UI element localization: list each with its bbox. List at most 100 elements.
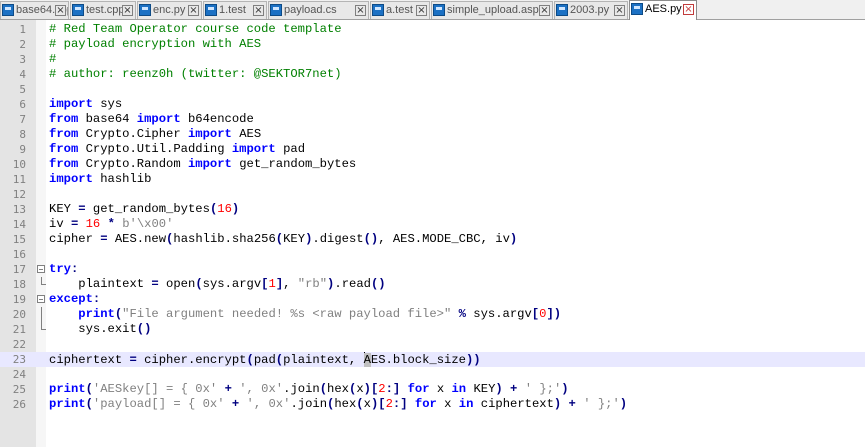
code-line[interactable]: 2 # payload encryption with AES: [0, 37, 865, 52]
document-icon: [72, 4, 84, 16]
code-line[interactable]: 11 import hashlib: [0, 172, 865, 187]
fold-toggle-icon[interactable]: [37, 295, 45, 303]
line-number: 18: [12, 278, 26, 291]
tab-a-test[interactable]: a.test ×: [370, 1, 430, 19]
code-token: 16: [217, 202, 232, 216]
code-text: iv = 16 * b'\x00': [49, 217, 173, 232]
tab-enc-py[interactable]: enc.py ×: [137, 1, 202, 19]
code-token: cipher: [49, 232, 101, 246]
tab-base64-cpp[interactable]: base64.cpp ×: [0, 1, 69, 19]
code-token: (): [370, 277, 386, 291]
code-token: #: [49, 52, 57, 66]
tab-test-cpp[interactable]: test.cpp ×: [70, 1, 136, 19]
code-token: pad: [253, 353, 276, 367]
code-token: b64encode: [180, 112, 254, 126]
code-line[interactable]: 12: [0, 187, 865, 202]
code-line[interactable]: 21 sys.exit(): [0, 322, 865, 337]
code-token: )): [465, 353, 481, 367]
code-token: (: [275, 353, 284, 367]
code-token: .join: [290, 397, 328, 411]
tab-payload-cs[interactable]: payload.cs ×: [268, 1, 369, 19]
code-token: get_random_bytes: [231, 157, 357, 171]
code-token: import: [49, 172, 93, 186]
tab-label: 1.test: [219, 4, 246, 16]
line-number: 5: [19, 83, 26, 96]
tab-simple-upload-aspx[interactable]: simple_upload.aspx ×: [431, 1, 553, 19]
code-text: from Crypto.Random import get_random_byt…: [49, 157, 356, 172]
close-icon[interactable]: ×: [683, 4, 694, 15]
code-line[interactable]: 7 from base64 import b64encode: [0, 112, 865, 127]
code-line[interactable]: 26 print('payload[] = { 0x' + ', 0x'.join…: [0, 397, 865, 412]
tab-2003-py[interactable]: 2003.py ×: [554, 1, 628, 19]
code-line[interactable]: 24: [0, 367, 865, 382]
code-text: import hashlib: [49, 172, 151, 187]
line-number: 26: [12, 398, 26, 411]
close-icon[interactable]: ×: [253, 5, 264, 16]
code-token: ]): [546, 307, 562, 321]
line-number: 12: [12, 188, 26, 201]
code-line[interactable]: 18 plaintext = open(sys.argv[1], "rb").r…: [0, 277, 865, 292]
close-icon[interactable]: ×: [416, 5, 427, 16]
code-token: import: [231, 142, 276, 156]
code-line[interactable]: 5: [0, 82, 865, 97]
close-icon[interactable]: ×: [188, 5, 199, 16]
code-token: ): [495, 382, 503, 396]
tab-aes-py[interactable]: AES.py ×: [629, 0, 697, 20]
code-token: (: [319, 382, 328, 396]
code-token: %: [458, 307, 466, 321]
code-token: 2: [378, 382, 386, 396]
code-line[interactable]: 10 from Crypto.Random import get_random_b…: [0, 157, 865, 172]
code-line[interactable]: 6 import sys: [0, 97, 865, 112]
code-token: +: [224, 382, 232, 396]
code-line[interactable]: 13 KEY = get_random_bytes(16): [0, 202, 865, 217]
code-token: [: [531, 307, 540, 321]
tab-label: payload.cs: [284, 4, 337, 16]
code-token: , AES.MODE_CBC, iv: [378, 232, 510, 246]
code-line[interactable]: 25 print('AESkey[] = { 0x' + ', 0x'.join(…: [0, 382, 865, 397]
close-icon[interactable]: ×: [355, 5, 366, 16]
code-line[interactable]: 8 from Crypto.Cipher import AES: [0, 127, 865, 142]
code-text: ciphertext = cipher.encrypt(pad(plaintex…: [49, 352, 481, 368]
code-line[interactable]: 9 from Crypto.Util.Padding import pad: [0, 142, 865, 157]
code-token: hex: [334, 397, 357, 411]
code-token: "File argument needed! %s <raw payload f…: [122, 307, 452, 321]
code-line[interactable]: 1 # Red Team Operator course code templat…: [0, 22, 865, 37]
code-token: open: [158, 277, 196, 291]
close-icon[interactable]: ×: [55, 5, 66, 16]
code-line[interactable]: 4 # author: reenz0h (twitter: @SEKTOR7net…: [0, 67, 865, 82]
code-token: # author: reenz0h (twitter: @SEKTOR7net): [49, 67, 342, 81]
code-token: 1: [268, 277, 276, 291]
code-token: import: [49, 97, 93, 111]
code-editor[interactable]: 1 # Red Team Operator course code templat…: [0, 22, 865, 412]
code-text: except:: [49, 292, 100, 307]
code-line[interactable]: 14 iv = 16 * b'\x00': [0, 217, 865, 232]
code-token: KEY: [466, 382, 496, 396]
close-icon[interactable]: ×: [539, 5, 550, 16]
code-line[interactable]: 17 try:: [0, 262, 865, 277]
code-token: in: [458, 397, 474, 411]
code-token: ES.block_size: [370, 353, 466, 367]
code-line[interactable]: 22: [0, 337, 865, 352]
document-icon: [433, 4, 445, 16]
current-line[interactable]: 23 ciphertext = cipher.encrypt(pad(plaint…: [0, 352, 865, 367]
code-token: ): [561, 382, 569, 396]
fold-toggle-icon[interactable]: [37, 265, 45, 273]
close-icon[interactable]: ×: [614, 5, 625, 16]
code-token: plaintext,: [283, 353, 364, 367]
tab-1-test[interactable]: 1.test ×: [203, 1, 267, 19]
code-line[interactable]: 16: [0, 247, 865, 262]
code-line[interactable]: 19 except:: [0, 292, 865, 307]
close-icon[interactable]: ×: [122, 5, 133, 16]
code-token: for: [407, 382, 430, 396]
code-token: =: [151, 277, 159, 291]
code-token: =: [100, 232, 108, 246]
code-token: AES: [231, 127, 262, 141]
code-line[interactable]: 3 #: [0, 52, 865, 67]
code-token: sys.exit: [49, 322, 137, 336]
code-token: ciphertext: [49, 353, 130, 367]
code-line[interactable]: 15 cipher = AES.new(hashlib.sha256(KEY).d…: [0, 232, 865, 247]
code-line[interactable]: 20 print("File argument needed! %s <raw …: [0, 307, 865, 322]
